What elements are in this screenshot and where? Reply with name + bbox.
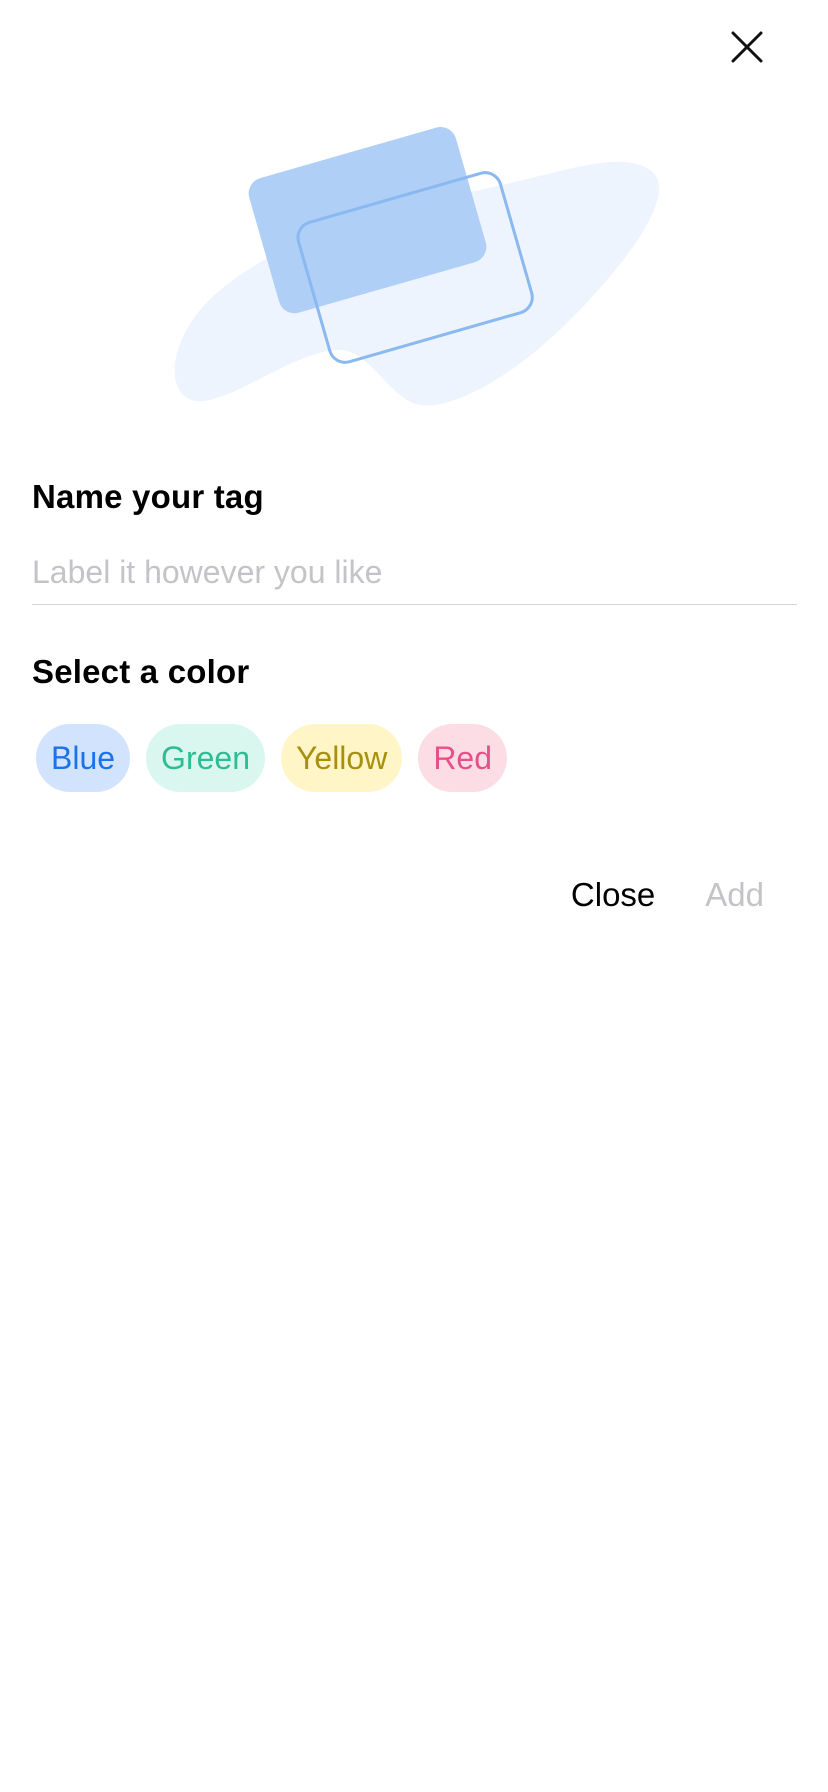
close-button[interactable]: Close	[571, 876, 655, 914]
color-options: Blue Green Yellow Red	[36, 724, 508, 792]
color-chip-blue[interactable]: Blue	[36, 724, 131, 792]
close-icon[interactable]	[726, 26, 768, 68]
tag-name-input[interactable]	[32, 540, 797, 605]
color-chip-red[interactable]: Red	[418, 724, 508, 792]
color-chip-yellow[interactable]: Yellow	[280, 724, 403, 792]
add-button[interactable]: Add	[705, 876, 764, 914]
tag-illustration	[150, 110, 670, 420]
name-section-title: Name your tag	[32, 478, 264, 515]
color-chip-green[interactable]: Green	[146, 724, 265, 792]
dialog-actions: Close Add	[571, 876, 764, 914]
color-section-title: Select a color	[32, 653, 250, 690]
